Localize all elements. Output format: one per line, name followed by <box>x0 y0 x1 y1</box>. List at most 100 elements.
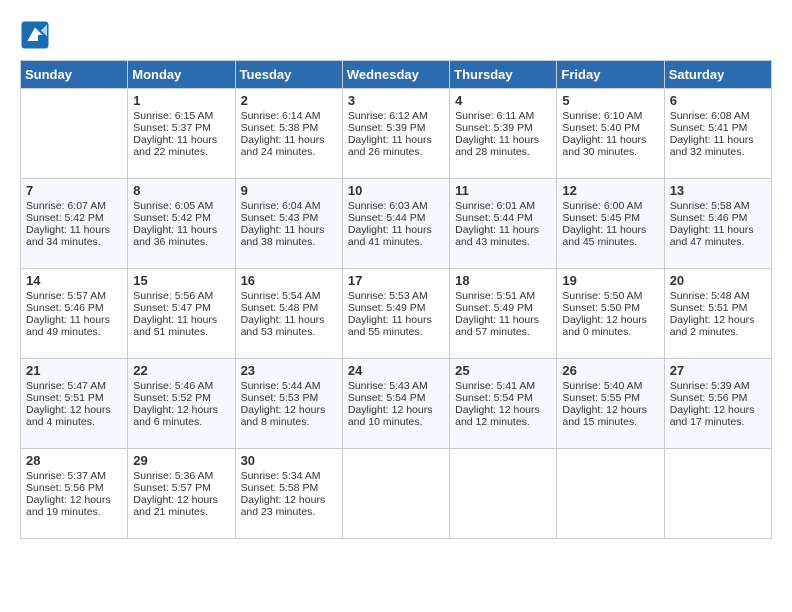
cell-text: Daylight: 11 hours <box>455 224 551 236</box>
calendar-cell: 7Sunrise: 6:07 AMSunset: 5:42 PMDaylight… <box>21 179 128 269</box>
cell-text: Sunset: 5:48 PM <box>241 302 337 314</box>
day-number: 13 <box>670 183 766 198</box>
calendar-cell: 18Sunrise: 5:51 AMSunset: 5:49 PMDayligh… <box>450 269 557 359</box>
cell-text: Daylight: 11 hours <box>455 314 551 326</box>
cell-text: and 8 minutes. <box>241 416 337 428</box>
calendar-cell <box>342 449 449 539</box>
cell-text: Sunrise: 5:54 AM <box>241 290 337 302</box>
cell-text: Sunrise: 5:40 AM <box>562 380 658 392</box>
day-number: 5 <box>562 93 658 108</box>
cell-text: and 32 minutes. <box>670 146 766 158</box>
cell-text: Sunrise: 5:58 AM <box>670 200 766 212</box>
cell-text: Sunset: 5:53 PM <box>241 392 337 404</box>
cell-text: Sunrise: 5:41 AM <box>455 380 551 392</box>
cell-text: and 15 minutes. <box>562 416 658 428</box>
cell-text: Sunrise: 6:07 AM <box>26 200 122 212</box>
cell-text: and 21 minutes. <box>133 506 229 518</box>
calendar-cell: 15Sunrise: 5:56 AMSunset: 5:47 PMDayligh… <box>128 269 235 359</box>
day-number: 8 <box>133 183 229 198</box>
logo <box>20 20 54 50</box>
day-number: 11 <box>455 183 551 198</box>
header-wednesday: Wednesday <box>342 61 449 89</box>
day-number: 12 <box>562 183 658 198</box>
cell-text: Sunrise: 5:50 AM <box>562 290 658 302</box>
day-number: 27 <box>670 363 766 378</box>
day-number: 24 <box>348 363 444 378</box>
cell-text: Daylight: 11 hours <box>241 134 337 146</box>
cell-text: Sunset: 5:52 PM <box>133 392 229 404</box>
calendar-cell: 10Sunrise: 6:03 AMSunset: 5:44 PMDayligh… <box>342 179 449 269</box>
cell-text: and 26 minutes. <box>348 146 444 158</box>
cell-text: Sunrise: 6:03 AM <box>348 200 444 212</box>
calendar-week-row: 21Sunrise: 5:47 AMSunset: 5:51 PMDayligh… <box>21 359 772 449</box>
calendar-week-row: 14Sunrise: 5:57 AMSunset: 5:46 PMDayligh… <box>21 269 772 359</box>
cell-text: and 30 minutes. <box>562 146 658 158</box>
calendar-cell: 16Sunrise: 5:54 AMSunset: 5:48 PMDayligh… <box>235 269 342 359</box>
cell-text: Sunrise: 5:37 AM <box>26 470 122 482</box>
cell-text: Sunrise: 5:39 AM <box>670 380 766 392</box>
cell-text: Sunset: 5:49 PM <box>455 302 551 314</box>
day-number: 6 <box>670 93 766 108</box>
cell-text: and 24 minutes. <box>241 146 337 158</box>
day-number: 15 <box>133 273 229 288</box>
calendar-cell <box>450 449 557 539</box>
calendar-cell: 27Sunrise: 5:39 AMSunset: 5:56 PMDayligh… <box>664 359 771 449</box>
cell-text: and 41 minutes. <box>348 236 444 248</box>
cell-text: and 49 minutes. <box>26 326 122 338</box>
cell-text: and 45 minutes. <box>562 236 658 248</box>
calendar-cell <box>664 449 771 539</box>
cell-text: Sunrise: 5:56 AM <box>133 290 229 302</box>
cell-text: Sunset: 5:41 PM <box>670 122 766 134</box>
day-number: 16 <box>241 273 337 288</box>
calendar-cell: 25Sunrise: 5:41 AMSunset: 5:54 PMDayligh… <box>450 359 557 449</box>
cell-text: Daylight: 11 hours <box>133 224 229 236</box>
calendar-cell: 4Sunrise: 6:11 AMSunset: 5:39 PMDaylight… <box>450 89 557 179</box>
cell-text: Sunset: 5:46 PM <box>670 212 766 224</box>
cell-text: Sunrise: 5:51 AM <box>455 290 551 302</box>
cell-text: Daylight: 11 hours <box>348 224 444 236</box>
cell-text: Sunset: 5:38 PM <box>241 122 337 134</box>
day-number: 30 <box>241 453 337 468</box>
cell-text: Daylight: 11 hours <box>133 314 229 326</box>
cell-text: Sunset: 5:37 PM <box>133 122 229 134</box>
day-number: 25 <box>455 363 551 378</box>
cell-text: Daylight: 11 hours <box>562 134 658 146</box>
cell-text: Sunrise: 6:10 AM <box>562 110 658 122</box>
cell-text: Sunrise: 6:08 AM <box>670 110 766 122</box>
day-number: 3 <box>348 93 444 108</box>
calendar-cell: 8Sunrise: 6:05 AMSunset: 5:42 PMDaylight… <box>128 179 235 269</box>
cell-text: Daylight: 12 hours <box>133 404 229 416</box>
cell-text: Daylight: 12 hours <box>241 404 337 416</box>
cell-text: Sunset: 5:42 PM <box>26 212 122 224</box>
calendar-cell: 11Sunrise: 6:01 AMSunset: 5:44 PMDayligh… <box>450 179 557 269</box>
cell-text: Sunset: 5:43 PM <box>241 212 337 224</box>
cell-text: Daylight: 11 hours <box>455 134 551 146</box>
day-number: 20 <box>670 273 766 288</box>
cell-text: and 43 minutes. <box>455 236 551 248</box>
cell-text: Daylight: 12 hours <box>670 314 766 326</box>
cell-text: Sunset: 5:49 PM <box>348 302 444 314</box>
calendar-cell: 26Sunrise: 5:40 AMSunset: 5:55 PMDayligh… <box>557 359 664 449</box>
cell-text: Sunset: 5:54 PM <box>348 392 444 404</box>
day-number: 9 <box>241 183 337 198</box>
day-number: 1 <box>133 93 229 108</box>
calendar-cell: 20Sunrise: 5:48 AMSunset: 5:51 PMDayligh… <box>664 269 771 359</box>
cell-text: Sunrise: 6:05 AM <box>133 200 229 212</box>
calendar-cell: 30Sunrise: 5:34 AMSunset: 5:58 PMDayligh… <box>235 449 342 539</box>
cell-text: Sunrise: 5:47 AM <box>26 380 122 392</box>
calendar-cell: 23Sunrise: 5:44 AMSunset: 5:53 PMDayligh… <box>235 359 342 449</box>
cell-text: Daylight: 12 hours <box>670 404 766 416</box>
cell-text: Sunrise: 6:00 AM <box>562 200 658 212</box>
day-number: 4 <box>455 93 551 108</box>
calendar-cell: 6Sunrise: 6:08 AMSunset: 5:41 PMDaylight… <box>664 89 771 179</box>
calendar-cell: 14Sunrise: 5:57 AMSunset: 5:46 PMDayligh… <box>21 269 128 359</box>
logo-icon <box>20 20 50 50</box>
cell-text: Daylight: 11 hours <box>670 224 766 236</box>
calendar-header-row: SundayMondayTuesdayWednesdayThursdayFrid… <box>21 61 772 89</box>
cell-text: Daylight: 12 hours <box>562 314 658 326</box>
cell-text: Sunrise: 5:53 AM <box>348 290 444 302</box>
cell-text: Daylight: 12 hours <box>26 494 122 506</box>
cell-text: and 36 minutes. <box>133 236 229 248</box>
cell-text: Daylight: 11 hours <box>348 134 444 146</box>
calendar-cell: 5Sunrise: 6:10 AMSunset: 5:40 PMDaylight… <box>557 89 664 179</box>
